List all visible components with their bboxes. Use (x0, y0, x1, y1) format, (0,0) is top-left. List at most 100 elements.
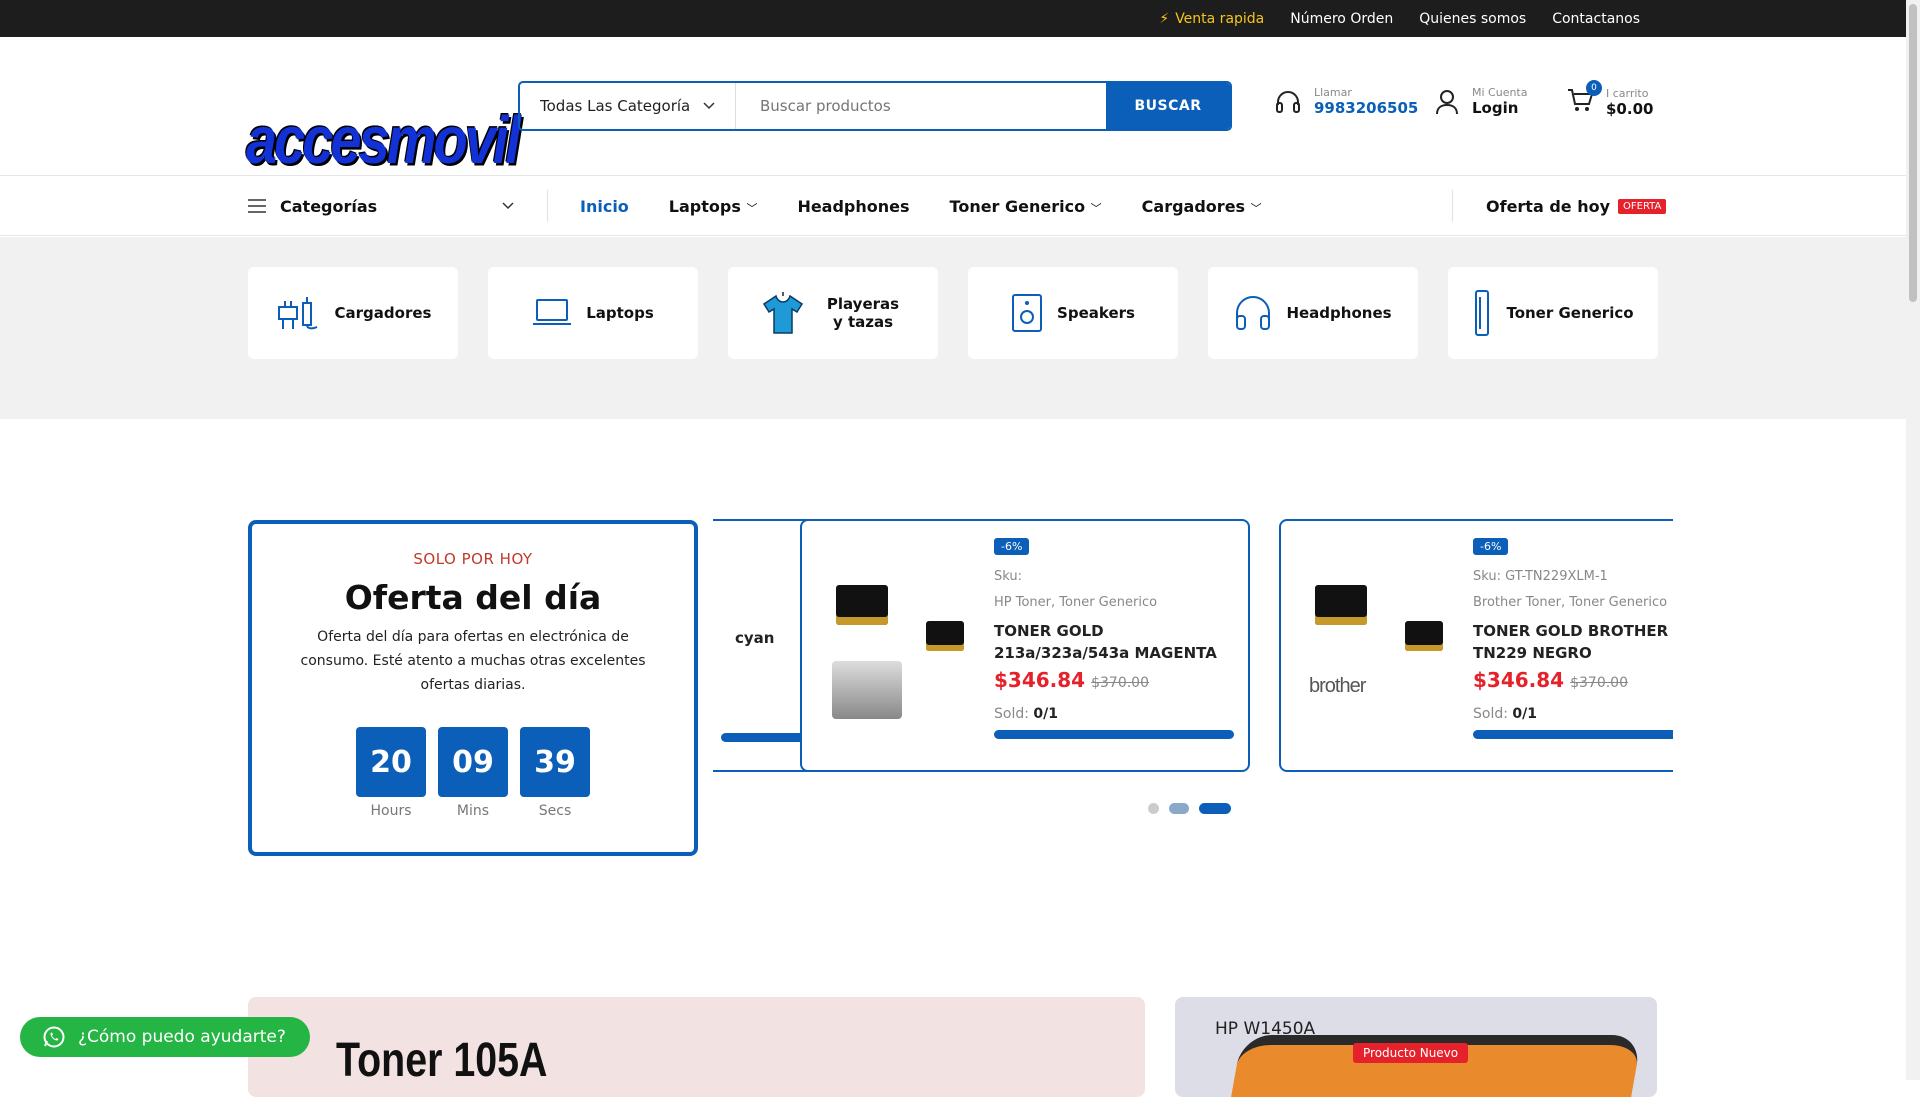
product-categories[interactable]: Brother Toner, Toner Generico (1473, 595, 1673, 610)
old-price: $370.00 (1570, 675, 1628, 691)
user-icon (1436, 89, 1458, 114)
product-categories[interactable]: HP Toner, Toner Generico (994, 595, 1234, 610)
whatsapp-chat-button[interactable]: ¿Cómo puedo ayudarte? (20, 1017, 310, 1057)
toner-box-image (836, 585, 888, 625)
venta-rapida-label: Venta rapida (1175, 10, 1265, 27)
category-card-cargadores[interactable]: Cargadores (248, 267, 458, 359)
brother-logo: brother (1309, 675, 1366, 697)
contactanos-link[interactable]: Contactanos (1552, 11, 1640, 27)
category-card-laptops[interactable]: Laptops (488, 267, 698, 359)
login-link[interactable]: Login (1472, 99, 1528, 117)
category-card-speakers[interactable]: Speakers (968, 267, 1178, 359)
category-label: Toner Generico (1506, 304, 1634, 322)
speaker-icon (1012, 294, 1043, 332)
product-name-partial: cyan (735, 629, 775, 647)
category-label: Playeras y tazas (826, 295, 900, 331)
product-card[interactable]: brother -6% Sku: GT-TN229XLM-1 Brother T… (1279, 519, 1673, 772)
slider-dot[interactable] (1148, 803, 1159, 814)
timer-secs: 39 Secs (520, 727, 590, 819)
product-card[interactable]: -6% Sku: HP Toner, Toner Generico TONER … (800, 519, 1250, 772)
product-price: $346.84 $370.00 (1473, 668, 1673, 692)
product-info: -6% Sku: GT-TN229XLM-1 Brother Toner, To… (1473, 535, 1673, 739)
banner-hp-w1450a[interactable]: HP W1450A Producto Nuevo (1175, 997, 1657, 1097)
nav-divider (1452, 190, 1453, 222)
toner-box-image (1315, 585, 1367, 625)
cart-link[interactable]: 0 I carrito $0.00 (1566, 80, 1653, 118)
top-bar: ⚡ Venta rapida Número Orden Quienes somo… (0, 0, 1906, 37)
nav-item-toner-generico[interactable]: Toner Generico ﹀ (950, 197, 1102, 216)
product-sku: Sku: GT-TN229XLM-1 (1473, 569, 1608, 584)
slider-dot[interactable] (1169, 803, 1189, 814)
charger-icon (277, 297, 317, 330)
nav-item-headphones[interactable]: Headphones (797, 197, 909, 216)
current-price: $346.84 (994, 668, 1086, 692)
nav-item-cargadores[interactable]: Cargadores ﹀ (1142, 197, 1262, 216)
category-card-headphones[interactable]: Headphones (1208, 267, 1418, 359)
category-card-toner[interactable]: Toner Generico (1448, 267, 1658, 359)
category-card-playeras[interactable]: Playeras y tazas (728, 267, 938, 359)
product-slider[interactable]: cyan -6% Sku: HP Toner, Toner Generico T… (713, 518, 1673, 774)
timer-value: 09 (438, 727, 508, 797)
product-name[interactable]: TONER GOLD 213a/323a/543a MAGENTA (994, 620, 1234, 664)
sold-count: Sold: 0/1 (1473, 706, 1673, 722)
current-price: $346.84 (1473, 668, 1565, 692)
product-image[interactable]: brother (1309, 581, 1449, 731)
banner-toner-105a[interactable]: Toner 105A (248, 997, 1145, 1097)
category-label: Laptops (586, 304, 654, 322)
deal-of-the-day: SOLO POR HOY Oferta del día Oferta del d… (248, 520, 698, 856)
product-image[interactable] (830, 581, 970, 731)
categories-dropdown[interactable]: Categorías (248, 176, 514, 236)
new-product-tag: Producto Nuevo (1353, 1043, 1469, 1063)
sold-label: Sold: (994, 706, 1029, 722)
category-label: Speakers (1057, 304, 1135, 322)
category-label: Cargadores (334, 304, 432, 322)
sold-value: 0/1 (1033, 706, 1059, 722)
quienes-somos-link[interactable]: Quienes somos (1419, 11, 1526, 27)
toner-box-image (1405, 621, 1443, 651)
toner-cartridge-image (832, 661, 902, 719)
page-scrollbar[interactable] (1906, 0, 1920, 1080)
slider-pagination (1148, 803, 1231, 814)
call-info[interactable]: Llamar 9983206505 (1274, 86, 1418, 117)
old-price: $370.00 (1091, 675, 1149, 691)
category-label: Headphones (1286, 304, 1392, 322)
category-select[interactable]: Todas Las Categorías (520, 83, 736, 129)
product-sku: Sku: (994, 569, 1022, 584)
numero-orden-link[interactable]: Número Orden (1290, 11, 1393, 27)
sold-progress-bar (994, 730, 1234, 739)
menu-icon (248, 199, 266, 213)
cart-label: I carrito (1606, 86, 1649, 100)
cart-count-badge: 0 (1586, 80, 1602, 96)
product-price: $346.84 $370.00 (994, 668, 1234, 692)
timer-mins: 09 Mins (438, 727, 508, 819)
phone-number[interactable]: 9983206505 (1314, 99, 1418, 117)
deal-title: Oferta del día (344, 578, 602, 617)
slider-dot-active[interactable] (1199, 803, 1231, 814)
timer-value: 20 (356, 727, 426, 797)
venta-rapida-link[interactable]: ⚡ Venta rapida (1159, 11, 1264, 27)
category-select-value: Todas Las Categorías (540, 97, 690, 115)
timer-hours: 20 Hours (356, 727, 426, 819)
oferta-de-hoy-link[interactable]: Oferta de hoy OFERTA (1486, 176, 1667, 236)
search-bar: Todas Las Categorías BUSCAR (518, 81, 1232, 131)
toner-icon (1475, 290, 1490, 336)
sold-label: Sold: (1473, 706, 1508, 722)
cart-icon-wrap: 0 (1566, 80, 1602, 118)
nav-item-laptops-label: Laptops (668, 196, 741, 216)
scrollbar-thumb[interactable] (1909, 4, 1917, 302)
nav-item-laptops[interactable]: Laptops ﹀ (669, 197, 758, 216)
site-logo[interactable]: accesmovil (246, 101, 521, 179)
oferta-tag: OFERTA (1618, 198, 1667, 214)
sold-count: Sold: 0/1 (994, 706, 1234, 722)
search-input[interactable] (736, 83, 1106, 129)
lightning-icon: ⚡ (1159, 10, 1170, 27)
nav-item-inicio[interactable]: Inicio (580, 197, 629, 216)
call-label: Llamar (1314, 86, 1352, 99)
chevron-down-icon (502, 202, 514, 210)
chevron-down-icon: ﹀ (1250, 201, 1262, 215)
account-link[interactable]: Mi Cuenta Login (1434, 86, 1528, 117)
search-button[interactable]: BUSCAR (1106, 83, 1230, 129)
deal-description: Oferta del día para ofertas en electróni… (300, 629, 646, 693)
product-name[interactable]: TONER GOLD BROTHER TN229 NEGRO (1473, 620, 1673, 664)
timer-label: Mins (456, 803, 490, 819)
